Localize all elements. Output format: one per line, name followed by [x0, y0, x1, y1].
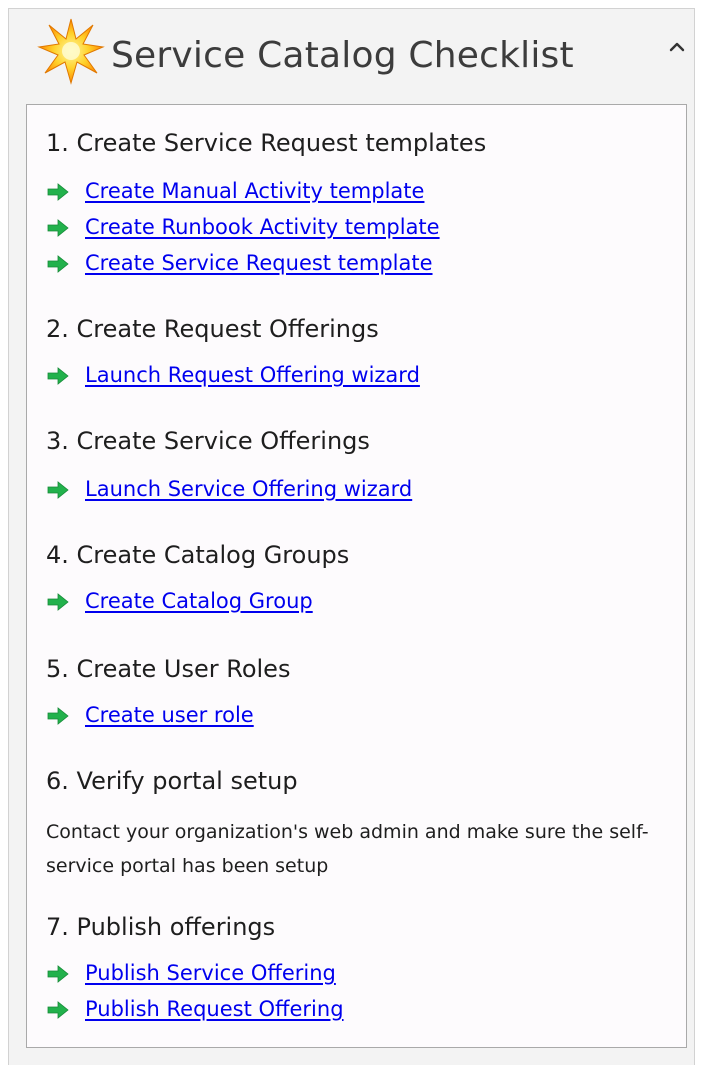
create-manual-activity-template-link[interactable]: Create Manual Activity template: [85, 179, 424, 203]
arrow-right-icon: [47, 367, 69, 385]
create-runbook-activity-template-link[interactable]: Create Runbook Activity template: [85, 215, 440, 239]
step-7-heading: 7. Publish offerings: [46, 913, 276, 941]
step-3-heading: 3. Create Service Offerings: [46, 427, 370, 455]
step-5-heading: 5. Create User Roles: [46, 655, 291, 683]
arrow-right-icon: [47, 965, 69, 983]
step-4-heading: 4. Create Catalog Groups: [46, 541, 350, 569]
chevron-up-icon[interactable]: [665, 35, 689, 59]
launch-service-offering-wizard-link[interactable]: Launch Service Offering wizard: [85, 477, 412, 501]
arrow-right-icon: [47, 183, 69, 201]
publish-service-offering-link[interactable]: Publish Service Offering: [85, 961, 336, 985]
create-service-request-template-link[interactable]: Create Service Request template: [85, 251, 433, 275]
star-icon: [37, 18, 105, 85]
arrow-right-icon: [47, 481, 69, 499]
create-catalog-group-link[interactable]: Create Catalog Group: [85, 589, 313, 613]
publish-request-offering-link[interactable]: Publish Request Offering: [85, 997, 344, 1021]
checklist-box: 1. Create Service Request templates Crea…: [26, 104, 687, 1048]
arrow-right-icon: [47, 593, 69, 611]
arrow-right-icon: [47, 1001, 69, 1019]
step-1-heading: 1. Create Service Request templates: [46, 129, 487, 157]
create-user-role-link[interactable]: Create user role: [85, 703, 254, 727]
arrow-right-icon: [47, 219, 69, 237]
service-catalog-checklist-pane: Service Catalog Checklist 1. Create Serv…: [8, 8, 695, 1065]
portal-setup-instructions: Contact your organization's web admin an…: [46, 821, 649, 877]
step-2-heading: 2. Create Request Offerings: [46, 315, 379, 343]
pane-header: Service Catalog Checklist: [9, 9, 694, 105]
arrow-right-icon: [47, 255, 69, 273]
launch-request-offering-wizard-link[interactable]: Launch Request Offering wizard: [85, 363, 420, 387]
step-6-heading: 6. Verify portal setup: [46, 767, 298, 795]
arrow-right-icon: [47, 707, 69, 725]
pane-title: Service Catalog Checklist: [111, 35, 574, 76]
